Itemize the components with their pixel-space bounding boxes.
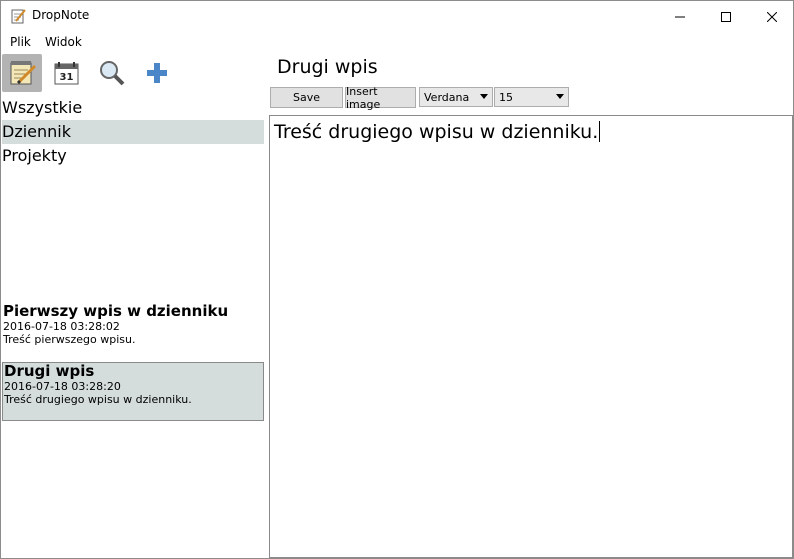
close-icon (767, 11, 777, 22)
close-button[interactable] (749, 1, 794, 32)
category-dziennik[interactable]: Dziennik (2, 120, 264, 144)
text-caret (599, 121, 601, 142)
font-family-select[interactable]: Verdana (419, 87, 493, 107)
font-size-select[interactable]: 15 (494, 87, 569, 107)
add-icon (147, 63, 167, 83)
menu-bar: Plik Widok (1, 33, 793, 52)
svg-text:31: 31 (60, 72, 74, 83)
entry-preview: Treść drugiego wpisu w dzienniku. (4, 393, 192, 406)
notepad-icon (10, 61, 37, 85)
entry-content-text: Treść drugiego wpisu w dzienniku. (274, 121, 599, 143)
chevron-down-icon (480, 94, 488, 99)
notes-view-button[interactable] (2, 54, 42, 92)
add-entry-button[interactable] (137, 54, 177, 92)
calendar-view-button[interactable]: 31 (47, 54, 87, 92)
app-window: DropNote Plik Widok 31 Wszystkie Dzienni… (0, 0, 794, 559)
menu-plik[interactable]: Plik (10, 35, 31, 49)
minimize-button[interactable] (657, 1, 703, 32)
title-bar: DropNote (1, 1, 793, 32)
entry-title: Drugi wpis (4, 362, 95, 380)
window-title: DropNote (32, 8, 90, 22)
insert-image-button[interactable]: Insert image (345, 85, 416, 111)
maximize-button[interactable] (703, 1, 749, 32)
entry-list-item[interactable]: Pierwszy wpis w dzienniku 2016-07-18 03:… (2, 303, 264, 347)
chevron-down-icon (556, 94, 564, 99)
search-icon (100, 61, 125, 86)
font-family-value: Verdana (424, 90, 470, 104)
entry-title: Pierwszy wpis w dzienniku (3, 302, 229, 320)
editor-title[interactable]: Drugi wpis (277, 56, 378, 78)
category-wszystkie[interactable]: Wszystkie (2, 96, 264, 120)
save-button[interactable]: Save (270, 87, 343, 108)
menu-widok[interactable]: Widok (45, 35, 82, 49)
minimize-icon (675, 16, 685, 17)
maximize-icon (721, 11, 731, 22)
entry-date: 2016-07-18 03:28:20 (4, 380, 121, 393)
font-size-value: 15 (499, 90, 513, 104)
entry-list-item-selected[interactable]: Drugi wpis 2016-07-18 03:28:20 Treść dru… (2, 362, 264, 421)
entry-preview: Treść pierwszego wpisu. (3, 333, 136, 346)
calendar-icon: 31 (54, 62, 79, 85)
entry-date: 2016-07-18 03:28:02 (3, 320, 120, 333)
category-projekty[interactable]: Projekty (2, 144, 264, 168)
entry-content-editor[interactable]: Treść drugiego wpisu w dzienniku. (269, 115, 793, 558)
search-view-button[interactable] (92, 54, 132, 92)
app-notepad-icon (11, 9, 26, 24)
